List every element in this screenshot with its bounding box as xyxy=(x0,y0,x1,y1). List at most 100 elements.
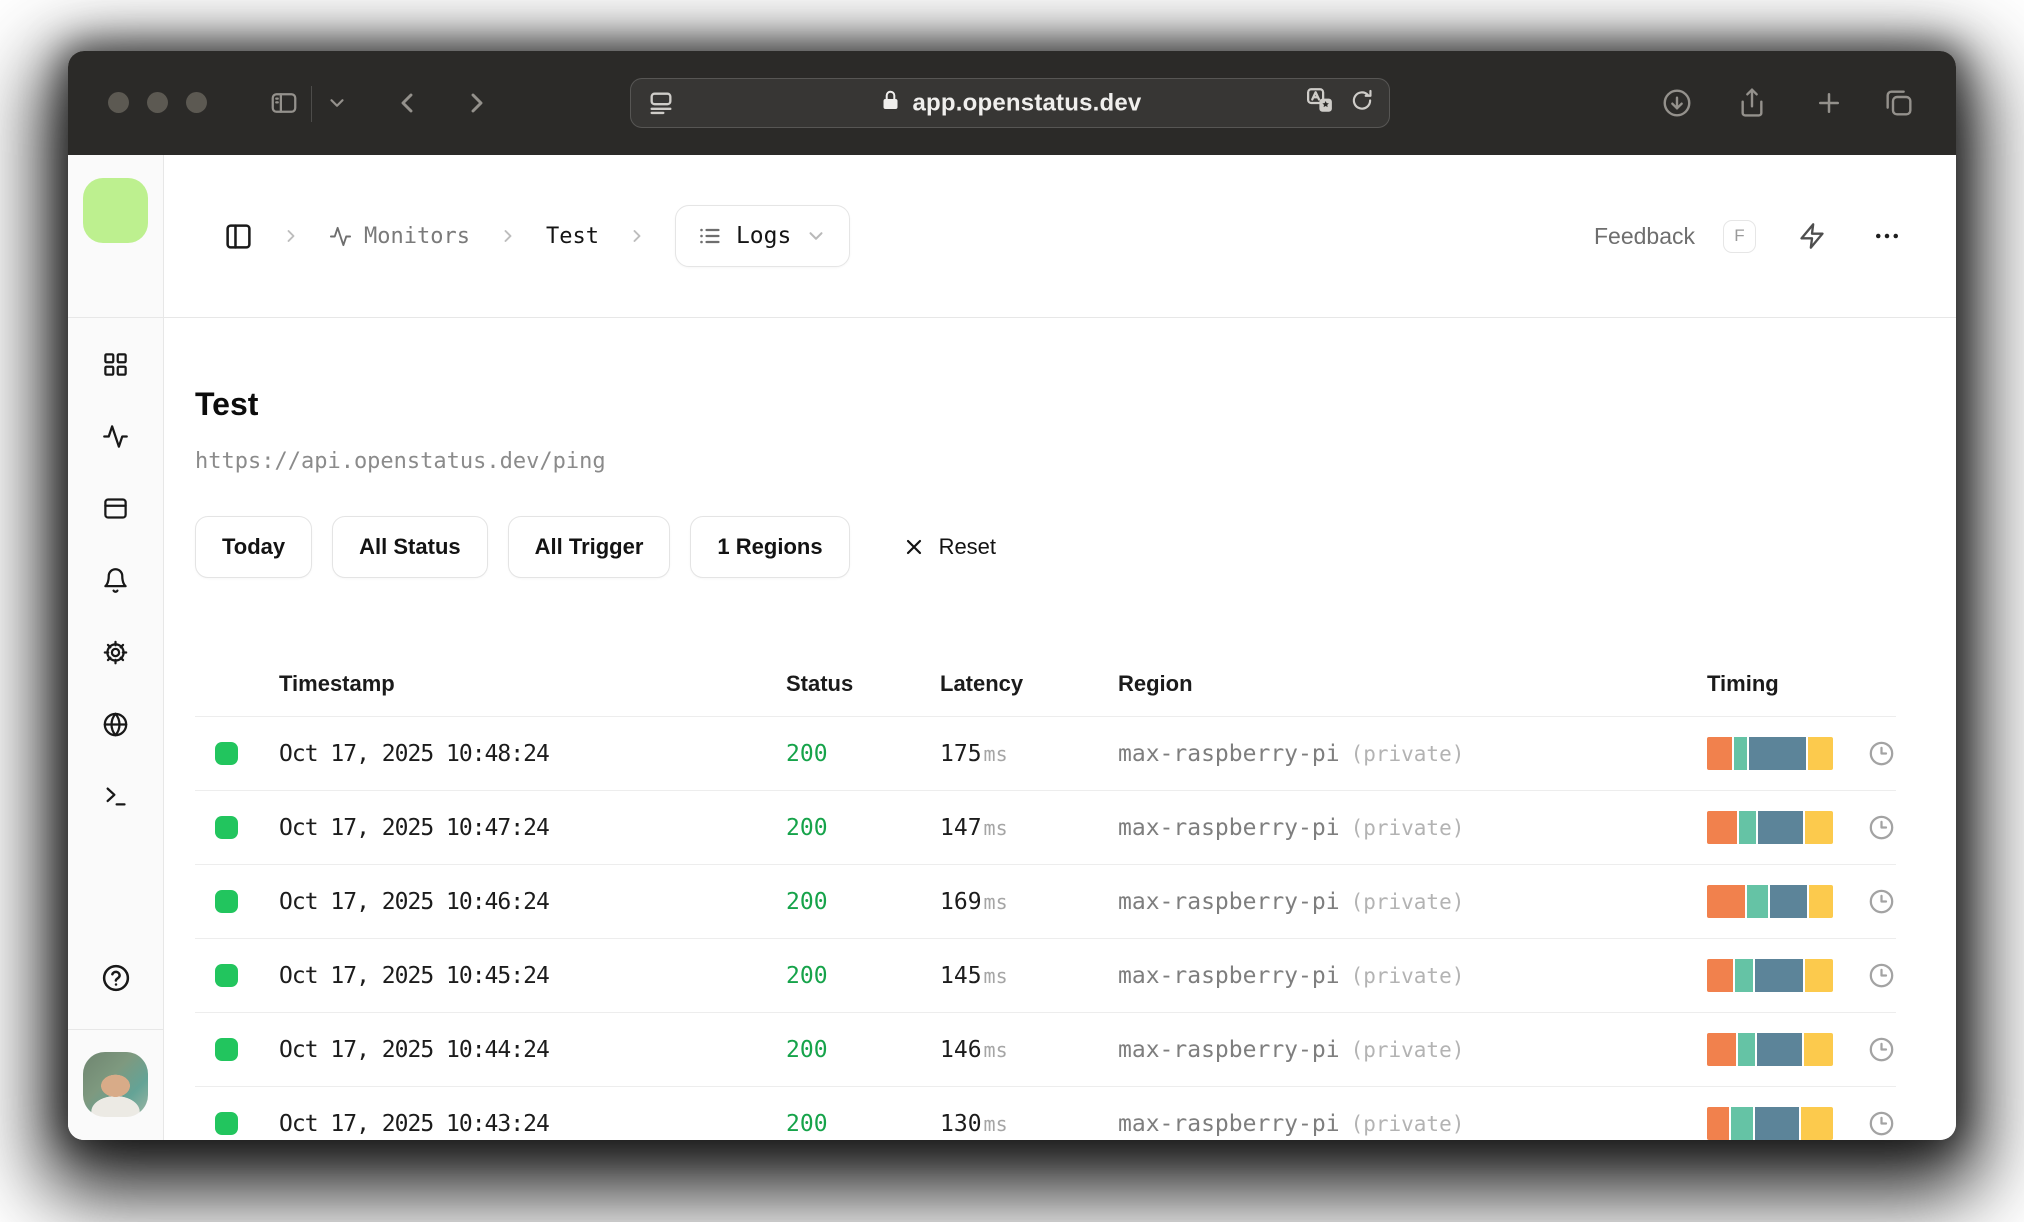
clock-icon[interactable] xyxy=(1861,1110,1895,1137)
translate-icon[interactable] xyxy=(1305,86,1335,121)
sidebar-toggle-icon[interactable] xyxy=(269,88,299,118)
address-bar-url[interactable]: app.openstatus.dev xyxy=(913,89,1142,117)
sidebar-item-settings[interactable] xyxy=(102,639,129,666)
timing-bar xyxy=(1707,1107,1833,1140)
col-latency: Latency xyxy=(940,671,1024,696)
row-status: 200 xyxy=(786,1036,828,1063)
row-status: 200 xyxy=(786,740,828,767)
reset-filters-button[interactable]: Reset xyxy=(902,534,996,560)
sidebar-item-regions[interactable] xyxy=(102,711,129,738)
region-note: (private) xyxy=(1350,1037,1465,1062)
breadcrumb-monitors[interactable]: Monitors xyxy=(329,224,470,249)
browser-window: app.openstatus.dev Monitors Test Logs Fe… xyxy=(68,51,1956,1140)
user-avatar[interactable] xyxy=(83,1052,148,1117)
col-timestamp: Timestamp xyxy=(279,671,395,696)
latency-value: 169 xyxy=(940,888,982,915)
view-selector-button[interactable]: Logs xyxy=(674,205,851,267)
timing-segment xyxy=(1707,1033,1736,1066)
zap-icon[interactable] xyxy=(1798,222,1826,250)
region-name: max-raspberry-pi xyxy=(1118,1036,1340,1063)
timing-bar xyxy=(1707,737,1834,770)
clock-icon[interactable] xyxy=(1861,888,1895,915)
table-row[interactable]: Oct 17, 2025 10:47:24 200 147 ms max-rasp… xyxy=(195,790,1896,864)
x-icon xyxy=(906,539,921,555)
sidebar-item-cli[interactable] xyxy=(102,783,129,810)
timing-segment xyxy=(1755,1107,1799,1140)
region-note: (private) xyxy=(1350,889,1465,914)
status-indicator xyxy=(215,816,238,839)
reset-label: Reset xyxy=(938,534,997,559)
sidebar-item-monitors[interactable] xyxy=(102,423,129,450)
close-window-button[interactable] xyxy=(108,92,129,113)
timing-bar xyxy=(1707,959,1833,992)
panel-left-icon[interactable] xyxy=(224,222,253,251)
timing-bar xyxy=(1707,1033,1833,1066)
clock-icon[interactable] xyxy=(1861,814,1895,841)
clock-icon[interactable] xyxy=(1861,962,1895,989)
clock-icon[interactable] xyxy=(1861,1036,1895,1063)
help-button[interactable] xyxy=(101,963,131,993)
tab-overview-icon[interactable] xyxy=(1883,87,1915,119)
latency-unit: ms xyxy=(983,815,1008,840)
filter-regions-button[interactable]: 1 Regions xyxy=(690,516,850,578)
table-row[interactable]: Oct 17, 2025 10:43:24 200 130 ms max-rasp… xyxy=(195,1086,1896,1140)
latency-unit: ms xyxy=(983,741,1008,766)
filter-status-button[interactable]: All Status xyxy=(332,516,488,578)
address-bar[interactable]: app.openstatus.dev xyxy=(630,78,1390,128)
timing-segment xyxy=(1707,737,1733,770)
reload-icon[interactable] xyxy=(1349,88,1375,119)
downloads-icon[interactable] xyxy=(1661,87,1693,119)
activity-icon xyxy=(329,225,352,248)
timing-segment xyxy=(1707,811,1737,844)
timing-segment xyxy=(1707,959,1734,992)
new-tab-icon[interactable] xyxy=(1814,88,1844,118)
reader-icon[interactable] xyxy=(647,89,675,117)
table-row[interactable]: Oct 17, 2025 10:48:24 200 175 ms max-rasp… xyxy=(195,716,1896,790)
timing-segment xyxy=(1735,959,1754,992)
back-icon[interactable] xyxy=(391,87,423,119)
region-name: max-raspberry-pi xyxy=(1118,814,1340,841)
col-timing: Timing xyxy=(1707,671,1779,696)
table-header: Timestamp Status Latency Region Timing xyxy=(195,652,1896,716)
timing-segment xyxy=(1747,885,1768,918)
filter-trigger-button[interactable]: All Trigger xyxy=(507,516,671,578)
zoom-window-button[interactable] xyxy=(186,92,207,113)
feedback-button[interactable]: Feedback xyxy=(1594,223,1695,250)
table-row[interactable]: Oct 17, 2025 10:46:24 200 169 ms max-rasp… xyxy=(195,864,1896,938)
minimize-window-button[interactable] xyxy=(147,92,168,113)
monitor-endpoint: https://api.openstatus.dev/ping xyxy=(195,449,606,474)
feedback-shortcut-badge: F xyxy=(1723,219,1756,253)
share-icon[interactable] xyxy=(1736,87,1768,119)
sidebar-item-dashboard[interactable] xyxy=(102,351,129,378)
sidebar-item-status-pages[interactable] xyxy=(102,495,129,522)
breadcrumb-monitors-label: Monitors xyxy=(364,223,470,249)
filter-bar: Today All Status All Trigger 1 Regions R… xyxy=(195,516,1896,578)
logs-table: Timestamp Status Latency Region Timing O… xyxy=(195,652,1896,1140)
row-region: max-raspberry-pi (private) xyxy=(1118,889,1707,915)
tab-group-chevron-icon[interactable] xyxy=(326,92,348,114)
more-options-button[interactable] xyxy=(1872,221,1902,251)
workspace-avatar[interactable] xyxy=(83,178,148,243)
latency-unit: ms xyxy=(983,963,1008,988)
forward-icon[interactable] xyxy=(461,87,493,119)
table-row[interactable]: Oct 17, 2025 10:45:24 200 145 ms max-rasp… xyxy=(195,938,1896,1012)
timing-segment xyxy=(1755,959,1804,992)
chevron-down-icon xyxy=(805,225,827,247)
sidebar-item-notifications[interactable] xyxy=(102,567,129,594)
timing-segment xyxy=(1757,811,1804,844)
row-latency: 147 ms xyxy=(940,815,1118,841)
latency-value: 147 xyxy=(940,814,982,841)
table-body: Oct 17, 2025 10:48:24 200 175 ms max-rasp… xyxy=(195,716,1896,1140)
clock-icon[interactable] xyxy=(1861,740,1895,767)
region-name: max-raspberry-pi xyxy=(1118,962,1340,989)
filter-date-button[interactable]: Today xyxy=(195,516,313,578)
row-region: max-raspberry-pi (private) xyxy=(1118,741,1707,767)
breadcrumb-monitor-name[interactable]: Test xyxy=(546,224,599,249)
row-region: max-raspberry-pi (private) xyxy=(1118,963,1707,989)
timing-segment xyxy=(1739,811,1756,844)
table-row[interactable]: Oct 17, 2025 10:44:24 200 146 ms max-rasp… xyxy=(195,1012,1896,1086)
timing-bar xyxy=(1707,885,1834,918)
latency-value: 130 xyxy=(940,1110,982,1137)
region-note: (private) xyxy=(1350,1111,1465,1136)
row-status: 200 xyxy=(786,1110,828,1137)
